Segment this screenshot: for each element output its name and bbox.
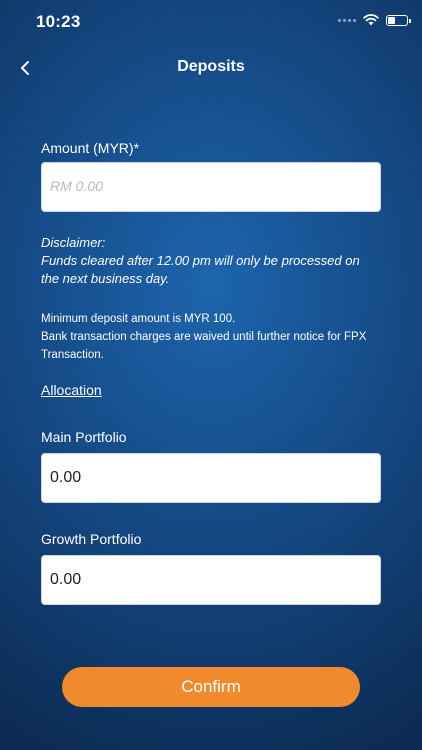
disclaimer: Disclaimer: Funds cleared after 12.00 pm…: [41, 234, 381, 288]
disclaimer-heading: Disclaimer:: [41, 235, 106, 250]
deposit-notes: Minimum deposit amount is MYR 100. Bank …: [41, 310, 381, 364]
bank-charges-note: Bank transaction charges are waived unti…: [41, 331, 367, 361]
allocation-link[interactable]: Allocation: [41, 382, 102, 398]
page-title: Deposits: [177, 58, 245, 75]
growth-portfolio-label: Growth Portfolio: [41, 531, 142, 547]
main-portfolio-input[interactable]: [41, 453, 381, 503]
disclaimer-text: Funds cleared after 12.00 pm will only b…: [41, 253, 360, 286]
amount-label: Amount (MYR)*: [41, 140, 140, 156]
amount-input[interactable]: [41, 162, 381, 212]
signal-icon: [338, 18, 356, 22]
growth-portfolio-input[interactable]: [41, 555, 381, 605]
wifi-icon: [363, 14, 379, 26]
confirm-button[interactable]: Confirm: [62, 667, 360, 707]
battery-icon: [386, 14, 411, 26]
status-time: 10:23: [36, 12, 81, 31]
main-portfolio-label: Main Portfolio: [41, 429, 127, 445]
status-icons: [338, 14, 411, 26]
minimum-deposit-note: Minimum deposit amount is MYR 100.: [41, 313, 236, 325]
